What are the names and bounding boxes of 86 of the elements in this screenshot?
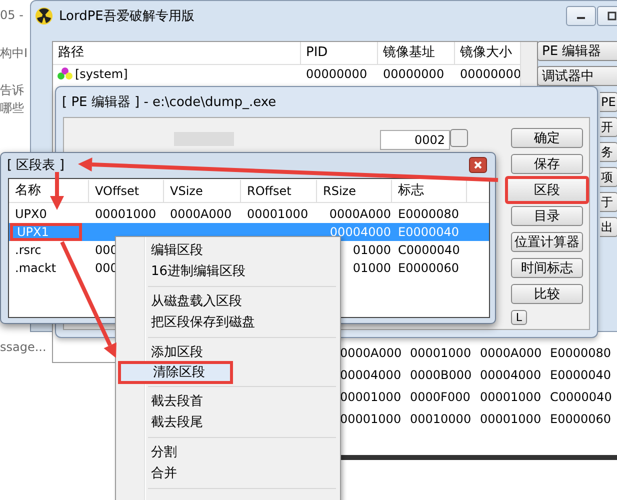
table-cell-text: 00001000: [247, 206, 308, 223]
maximize-icon: [607, 11, 617, 21]
editor-button[interactable]: 保存: [511, 154, 583, 174]
window-title: LordPE吾爱破解专用版: [59, 8, 194, 25]
table-cell-text: .mackt: [15, 260, 56, 277]
menu-item[interactable]: 16进制编辑区段: [118, 261, 331, 282]
table-cell-text: 00001000: [339, 390, 402, 404]
table-cell-text: 01000: [352, 260, 391, 277]
column-header[interactable]: PID: [301, 42, 378, 64]
radiation-icon: [35, 7, 53, 25]
table-cell-text: 0000A000: [339, 346, 403, 360]
table-cell-text: 00010000: [409, 412, 472, 426]
editor-button[interactable]: 确定: [511, 128, 583, 148]
table-cell-text: 00004000: [339, 368, 402, 382]
editor-button[interactable]: 目录: [511, 206, 583, 226]
editor-button[interactable]: 区段: [505, 176, 589, 204]
menu-item[interactable]: 截去段尾: [118, 412, 331, 433]
table-cell-text: 00000000: [382, 67, 446, 81]
table-cell-text: 00000000: [305, 67, 368, 81]
side-button[interactable]: 于: [600, 192, 617, 212]
column-header[interactable]: 镜像基址: [378, 42, 455, 64]
menu-item[interactable]: 从磁盘载入区段: [118, 291, 331, 312]
table-cell-text: 00000000: [459, 67, 521, 81]
side-button[interactable]: 开: [600, 117, 617, 137]
table-cell-text: 00001000: [479, 412, 542, 426]
table-cell-text: 00001000: [479, 390, 542, 404]
menu-item[interactable]: 把区段保存到磁盘: [118, 312, 331, 333]
table-cell: UPX1: [10, 223, 82, 241]
table-cell-text: E0000040: [549, 368, 612, 382]
table-cell-text: [system]: [74, 67, 129, 81]
side-button[interactable]: 项: [600, 167, 617, 187]
menu-item[interactable]: 编辑区段: [118, 240, 331, 261]
table-cell-text: 0000F000: [409, 390, 472, 404]
scrollbar[interactable]: [520, 42, 537, 86]
background-text: 05 -: [0, 8, 24, 22]
table-cell-text: 00004000: [479, 368, 542, 382]
column-header[interactable]: VOffset: [89, 180, 164, 202]
side-button[interactable]: 务: [600, 142, 617, 162]
background-text: 告诉: [0, 82, 24, 99]
background-text: ssage...: [0, 340, 46, 354]
process-icon: [57, 67, 73, 81]
column-header[interactable]: VSize: [164, 180, 241, 202]
side-button[interactable]: PE: [600, 92, 617, 112]
table-cell-text: C0000040: [398, 242, 460, 259]
field-button[interactable]: [450, 129, 468, 147]
menu-item[interactable]: 截去段首: [118, 391, 331, 412]
table-cell-text: E0000060: [398, 260, 460, 277]
menu-item[interactable]: 分割: [118, 442, 331, 463]
arrow: [50, 172, 64, 210]
column-header[interactable]: 标志: [392, 180, 467, 202]
table-cell-text: .rsrc: [15, 242, 42, 259]
menu-item[interactable]: 合并: [118, 463, 331, 484]
column-header[interactable]: ROffset: [241, 180, 317, 202]
menu-item[interactable]: 添加区段: [118, 342, 331, 363]
editor-button[interactable]: 时间标志: [511, 258, 583, 278]
table-cell-text: 00001000: [339, 412, 402, 426]
table-cell-text: 0000A000: [170, 206, 232, 223]
table-cell-text: E0000080: [549, 346, 612, 360]
editor-button[interactable]: 位置计算器: [511, 232, 583, 252]
close-button[interactable]: [469, 157, 487, 173]
table-cell-text: C0000040: [549, 390, 613, 404]
table-cell-text: 01000: [352, 242, 391, 259]
column-header[interactable]: RSize: [317, 180, 392, 202]
table-row[interactable]: UPX0 00001000 0000A000 00001000 0000A000 E0000080: [9, 205, 489, 223]
menu-item[interactable]: 清除区段: [118, 361, 233, 384]
table-cell-text: 00001000: [95, 206, 156, 223]
table-cell-text: 0000B000: [409, 368, 473, 382]
side-button[interactable]: PE 编辑器: [537, 41, 617, 61]
table-cell-text: 00001000: [409, 346, 472, 360]
background-text: 构中I: [0, 45, 28, 62]
value-field[interactable]: 0002: [380, 130, 450, 150]
window-title: [ PE 编辑器 ] - e:\code\dump_.exe: [62, 94, 276, 111]
table-cell-text: UPX0: [15, 206, 47, 223]
side-button[interactable]: 出: [600, 217, 617, 237]
column-header[interactable]: 路径: [53, 42, 301, 64]
close-icon: [474, 161, 482, 169]
table-cell-text: E0000060: [549, 412, 612, 426]
minimize-button[interactable]: [566, 6, 596, 26]
table-cell-text: 0000A000: [328, 206, 391, 223]
editor-button[interactable]: 比较: [511, 284, 583, 304]
side-button[interactable]: 调试器中: [537, 66, 617, 86]
window-title: [ 区段表 ]: [7, 157, 64, 174]
editor-button[interactable]: L: [511, 310, 527, 325]
table-cell-text: E0000080: [398, 206, 460, 223]
background-text: 哪些: [0, 100, 24, 117]
table-cell-text: 0000A000: [479, 346, 543, 360]
